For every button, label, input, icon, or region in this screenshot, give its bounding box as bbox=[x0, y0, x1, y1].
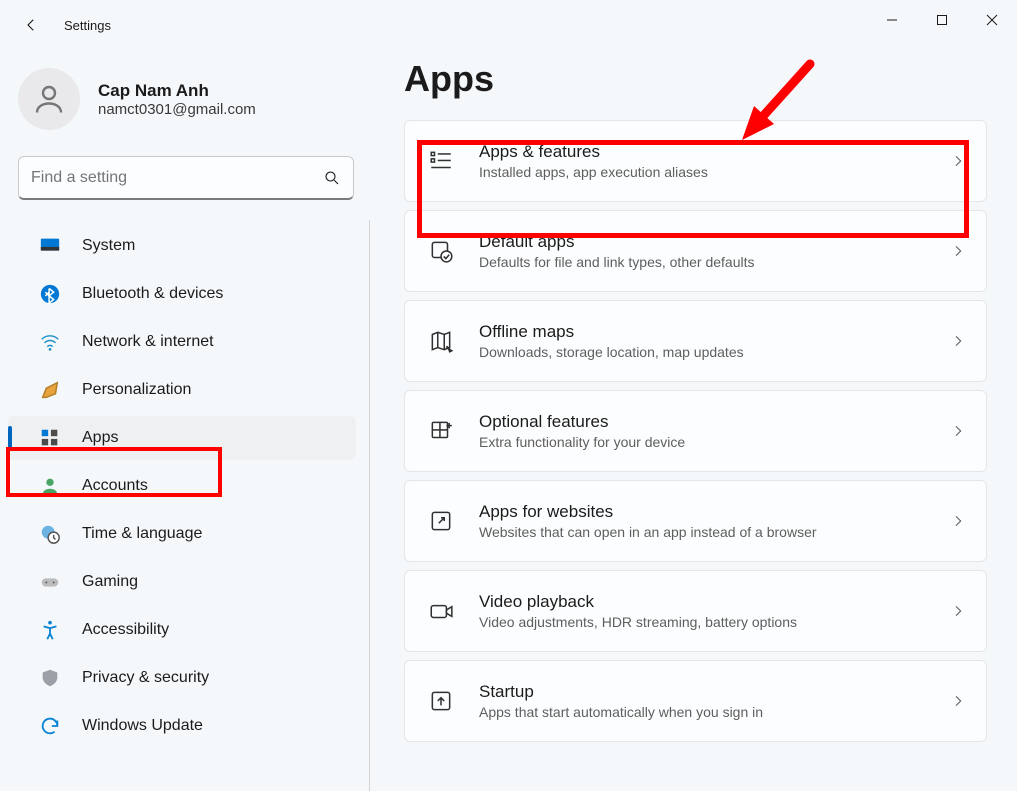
sidebar-item-update[interactable]: Windows Update bbox=[8, 704, 356, 748]
sidebar-item-label: Apps bbox=[82, 429, 118, 447]
search-input-wrapper[interactable] bbox=[18, 156, 354, 200]
card-title: Default apps bbox=[479, 232, 950, 252]
search-input[interactable] bbox=[31, 169, 323, 187]
close-icon bbox=[986, 14, 998, 26]
card-subtitle: Websites that can open in an app instead… bbox=[479, 524, 950, 540]
sidebar-item-label: Accessibility bbox=[82, 621, 169, 639]
card-title: Optional features bbox=[479, 412, 950, 432]
settings-card-apps-features[interactable]: Apps & features Installed apps, app exec… bbox=[404, 120, 987, 202]
card-subtitle: Video adjustments, HDR streaming, batter… bbox=[479, 614, 950, 630]
user-name: Cap Nam Anh bbox=[98, 81, 256, 101]
settings-card-video-playback[interactable]: Video playback Video adjustments, HDR st… bbox=[404, 570, 987, 652]
card-subtitle: Extra functionality for your device bbox=[479, 434, 950, 450]
chevron-right-icon bbox=[950, 153, 966, 169]
search-icon bbox=[323, 169, 341, 187]
card-subtitle: Installed apps, app execution aliases bbox=[479, 164, 950, 180]
list-icon bbox=[425, 145, 457, 177]
puzzle-icon bbox=[425, 415, 457, 447]
sidebar-item-label: Network & internet bbox=[82, 333, 214, 351]
titlebar: Settings bbox=[0, 0, 1017, 50]
sidebar-item-label: Time & language bbox=[82, 525, 202, 543]
card-subtitle: Defaults for file and link types, other … bbox=[479, 254, 950, 270]
nav-list: System Bluetooth & devices Network & inter… bbox=[0, 220, 370, 791]
sidebar-item-personalization[interactable]: Personalization bbox=[8, 368, 356, 412]
sidebar-item-gaming[interactable]: Gaming bbox=[8, 560, 356, 604]
sidebar-item-bluetooth[interactable]: Bluetooth & devices bbox=[8, 272, 356, 316]
brush-icon bbox=[38, 378, 62, 402]
settings-card-default-apps[interactable]: Default apps Defaults for file and link … bbox=[404, 210, 987, 292]
minimize-button[interactable] bbox=[867, 0, 917, 40]
window-title: Settings bbox=[64, 18, 111, 33]
settings-card-optional-features[interactable]: Optional features Extra functionality fo… bbox=[404, 390, 987, 472]
shield-icon bbox=[38, 666, 62, 690]
close-button[interactable] bbox=[967, 0, 1017, 40]
bluetooth-icon bbox=[38, 282, 62, 306]
avatar bbox=[18, 68, 80, 130]
card-title: Video playback bbox=[479, 592, 950, 612]
sidebar-item-label: Personalization bbox=[82, 381, 191, 399]
settings-card-startup[interactable]: Startup Apps that start automatically wh… bbox=[404, 660, 987, 742]
chevron-right-icon bbox=[950, 333, 966, 349]
chevron-right-icon bbox=[950, 603, 966, 619]
user-email: namct0301@gmail.com bbox=[98, 101, 256, 118]
sidebar-item-privacy[interactable]: Privacy & security bbox=[8, 656, 356, 700]
chevron-right-icon bbox=[950, 423, 966, 439]
sidebar-item-accounts[interactable]: Accounts bbox=[8, 464, 356, 508]
map-icon bbox=[425, 325, 457, 357]
wifi-icon bbox=[38, 330, 62, 354]
monitor-icon bbox=[38, 234, 62, 258]
settings-card-offline-maps[interactable]: Offline maps Downloads, storage location… bbox=[404, 300, 987, 382]
sidebar-item-label: Windows Update bbox=[82, 717, 203, 735]
settings-card-apps-websites[interactable]: Apps for websites Websites that can open… bbox=[404, 480, 987, 562]
sidebar-item-label: Gaming bbox=[82, 573, 138, 591]
chevron-right-icon bbox=[950, 693, 966, 709]
default-app-icon bbox=[425, 235, 457, 267]
apps-icon bbox=[38, 426, 62, 450]
user-block[interactable]: Cap Nam Anh namct0301@gmail.com bbox=[18, 68, 370, 130]
gamepad-icon bbox=[38, 570, 62, 594]
card-title: Offline maps bbox=[479, 322, 950, 342]
main-content: Apps Apps & features Installed apps, app… bbox=[404, 58, 1017, 791]
back-button[interactable] bbox=[8, 2, 54, 48]
maximize-icon bbox=[936, 14, 948, 26]
sidebar-item-network[interactable]: Network & internet bbox=[8, 320, 356, 364]
sidebar-item-label: Privacy & security bbox=[82, 669, 209, 687]
arrow-left-icon bbox=[22, 16, 40, 34]
chevron-right-icon bbox=[950, 243, 966, 259]
chevron-right-icon bbox=[950, 513, 966, 529]
startup-icon bbox=[425, 685, 457, 717]
sidebar-item-label: System bbox=[82, 237, 135, 255]
sidebar-item-time[interactable]: Time & language bbox=[8, 512, 356, 556]
navigation-pane: Cap Nam Anh namct0301@gmail.com System Bl… bbox=[0, 58, 370, 791]
person-icon bbox=[31, 81, 67, 117]
globe-clock-icon bbox=[38, 522, 62, 546]
person-icon bbox=[38, 474, 62, 498]
card-title: Startup bbox=[479, 682, 950, 702]
minimize-icon bbox=[886, 14, 898, 26]
card-title: Apps & features bbox=[479, 142, 950, 162]
page-title: Apps bbox=[404, 58, 987, 100]
accessibility-icon bbox=[38, 618, 62, 642]
video-icon bbox=[425, 595, 457, 627]
sidebar-item-system[interactable]: System bbox=[8, 224, 356, 268]
sidebar-item-accessibility[interactable]: Accessibility bbox=[8, 608, 356, 652]
link-out-icon bbox=[425, 505, 457, 537]
card-subtitle: Apps that start automatically when you s… bbox=[479, 704, 950, 720]
nav-separator bbox=[369, 220, 370, 791]
sidebar-item-apps[interactable]: Apps bbox=[8, 416, 356, 460]
maximize-button[interactable] bbox=[917, 0, 967, 40]
card-subtitle: Downloads, storage location, map updates bbox=[479, 344, 950, 360]
update-icon bbox=[38, 714, 62, 738]
card-title: Apps for websites bbox=[479, 502, 950, 522]
sidebar-item-label: Accounts bbox=[82, 477, 148, 495]
sidebar-item-label: Bluetooth & devices bbox=[82, 285, 223, 303]
